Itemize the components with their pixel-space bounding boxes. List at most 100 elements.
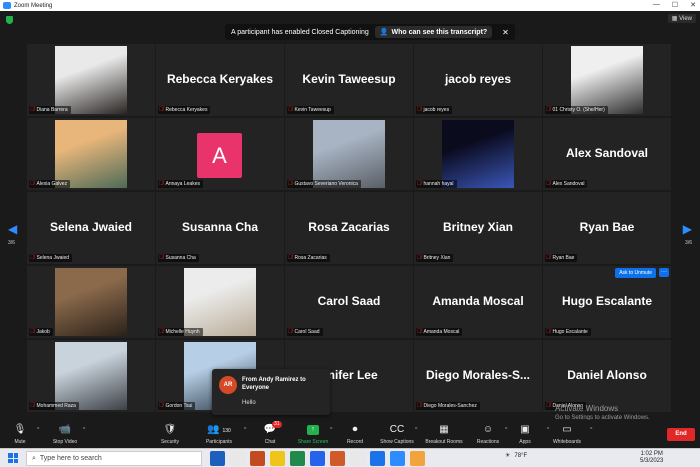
- participant-tile[interactable]: 🎙̸ Mohammed Raza: [27, 340, 155, 412]
- participant-name-tag: 🎙̸ jacob reyes: [416, 106, 453, 114]
- participant-name-tag: 🎙̸ Diana Barrera: [29, 106, 71, 114]
- taskbar-app-icon[interactable]: [210, 451, 225, 466]
- taskbar-clock[interactable]: 1:02 PM 5/3/2023: [640, 451, 663, 465]
- toolbar-security-button[interactable]: 🛡 Security: [150, 423, 190, 445]
- participant-tile[interactable]: Diego Morales-S... 🎙̸ Diego Morales-Sanche…: [414, 340, 542, 412]
- toolbar-mute-button[interactable]: 🎙 Mute: [0, 423, 40, 445]
- participant-video: [313, 120, 385, 188]
- muted-mic-icon: 🎙̸: [288, 181, 293, 187]
- participant-tile[interactable]: 🎙̸ Gustavo Severiano Veronica: [285, 118, 413, 190]
- chevron-up-icon[interactable]: ^: [330, 427, 332, 433]
- taskbar-app-icon[interactable]: [370, 451, 385, 466]
- captioning-banner-text: A participant has enabled Closed Caption…: [231, 28, 369, 36]
- windows-start-icon[interactable]: [8, 453, 18, 463]
- taskbar-search[interactable]: ⌕ Type here to search: [26, 451, 202, 466]
- chevron-up-icon[interactable]: ^: [83, 427, 85, 433]
- participant-tile[interactable]: 🎙̸ Diana Barrera: [27, 44, 155, 116]
- meeting-toolbar: 🎙 Mute 📹 Stop Video 🛡 Security 👥 130 Participan…: [0, 420, 700, 448]
- participant-video: [55, 46, 127, 114]
- toolbar-whiteboards-button[interactable]: ▭ Whiteboards: [547, 423, 587, 445]
- maximize-button[interactable]: ☐: [672, 1, 678, 9]
- more-options-button[interactable]: ···: [659, 268, 669, 277]
- weather-temp[interactable]: 78°F: [514, 453, 527, 459]
- participant-tile[interactable]: A 🎙̸ Annaya Leakes: [156, 118, 284, 190]
- encryption-shield-icon[interactable]: [6, 16, 13, 24]
- taskbar-app-icon[interactable]: [310, 451, 325, 466]
- taskbar-app-icon[interactable]: [330, 451, 345, 466]
- taskbar-app-icon[interactable]: [290, 451, 305, 466]
- muted-mic-icon: 🎙̸: [30, 107, 35, 113]
- chevron-up-icon[interactable]: ^: [37, 427, 39, 433]
- banner-close-icon[interactable]: ✕: [502, 28, 509, 37]
- chevron-up-icon[interactable]: ^: [590, 427, 592, 433]
- toolbar-breakout-rooms-button[interactable]: ▦ Breakout Rooms: [424, 423, 464, 445]
- participant-name: Annaya Leakes: [165, 180, 200, 187]
- window-title: Zoom Meeting: [14, 2, 53, 9]
- participant-name: Ryan Bae: [552, 254, 575, 261]
- taskbar-app-icon[interactable]: [410, 451, 425, 466]
- participant-tile[interactable]: Susanna Cha 🎙̸ Susanna Cha: [156, 192, 284, 264]
- chevron-up-icon[interactable]: ^: [547, 427, 549, 433]
- end-meeting-button[interactable]: End: [667, 428, 695, 441]
- taskbar-app-icon[interactable]: [230, 451, 245, 466]
- toolbar-chat-button[interactable]: 💬 Chat: [250, 423, 290, 445]
- participant-tile[interactable]: Alex Sandoval 🎙̸ Alex Sandoval: [543, 118, 671, 190]
- participant-tile[interactable]: 🎙̸ hannah hayal: [414, 118, 542, 190]
- chat-notification[interactable]: AR From Andy Ramirez to Everyone Hello: [212, 369, 330, 415]
- mute-icon: 🎙: [13, 424, 27, 435]
- participant-tile[interactable]: Rebecca Keryakes 🎙̸ Rebecca Keryakes: [156, 44, 284, 116]
- participant-tile[interactable]: 🎙̸ Alexia Galvez: [27, 118, 155, 190]
- chevron-up-icon[interactable]: ^: [415, 427, 417, 433]
- security-icon: 🛡: [163, 424, 177, 435]
- toolbar-record-button[interactable]: ⏺ Record: [335, 423, 375, 445]
- weather-icon[interactable]: ☀: [505, 452, 510, 459]
- close-window-button[interactable]: ✕: [690, 1, 696, 9]
- participant-tile[interactable]: 🎙̸ Michelle Huynh: [156, 266, 284, 338]
- participant-tile[interactable]: Rosa Zacarias 🎙̸ Rosa Zacarias: [285, 192, 413, 264]
- toolbar-share-screen-button[interactable]: ↑ Share Screen: [293, 423, 333, 445]
- taskbar-app-icon[interactable]: [350, 451, 365, 466]
- participant-tile[interactable]: Kevin Taweesup 🎙̸ Kevin Taweesup: [285, 44, 413, 116]
- system-tray: ☀ 78°F: [505, 452, 527, 460]
- previous-page-arrow-icon[interactable]: ◀: [8, 222, 17, 236]
- muted-mic-icon: 🎙̸: [546, 107, 551, 113]
- activate-windows-watermark: Activate Windows Go to Settings to activ…: [555, 404, 650, 421]
- toolbar-label: Breakout Rooms: [425, 439, 463, 445]
- muted-mic-icon: 🎙̸: [546, 255, 551, 261]
- taskbar-app-icon[interactable]: [250, 451, 265, 466]
- muted-mic-icon: 🎙̸: [159, 181, 164, 187]
- next-page-arrow-icon[interactable]: ▶: [683, 222, 692, 236]
- participant-tile[interactable]: Daniel Alonso 🎙̸ Daniel Alonso: [543, 340, 671, 412]
- who-can-see-transcript-button[interactable]: 👤 Who can see this transcript?: [374, 26, 493, 38]
- participant-tile[interactable]: jacob reyes 🎙̸ jacob reyes: [414, 44, 542, 116]
- participant-display-name: Hugo Escalante: [561, 294, 653, 308]
- participant-display-name: Rebecca Keryakes: [166, 72, 274, 86]
- participant-tile[interactable]: 🎙̸ Jakob: [27, 266, 155, 338]
- participant-tile[interactable]: Britney Xian 🎙̸ Britney Xian: [414, 192, 542, 264]
- toolbar-label: Share Screen: [297, 439, 329, 445]
- participant-tile[interactable]: Carol Saad 🎙̸ Carol Saad: [285, 266, 413, 338]
- taskbar-app-icon[interactable]: [270, 451, 285, 466]
- participant-tile[interactable]: 🎙̸ 01 Christy O. (She/Her): [543, 44, 671, 116]
- muted-mic-icon: 🎙̸: [417, 329, 422, 335]
- participant-display-name: Selena Jwaied: [49, 220, 133, 234]
- chevron-up-icon[interactable]: ^: [505, 427, 507, 433]
- ask-to-unmute-button[interactable]: Ask to Unmute: [615, 268, 656, 278]
- minimize-button[interactable]: —: [653, 1, 660, 9]
- toolbar-stop-video-button[interactable]: 📹 Stop Video: [45, 423, 85, 445]
- participant-tile[interactable]: Hugo Escalante Ask to Unmute ··· 🎙̸ Hugo Esc…: [543, 266, 671, 338]
- participant-tile[interactable]: Amanda Moscal 🎙̸ Amanda Moscal: [414, 266, 542, 338]
- toolbar-label: Security: [160, 439, 180, 445]
- toolbar-participants-button[interactable]: 👥 130 Participants: [199, 423, 239, 445]
- chevron-up-icon[interactable]: ^: [244, 427, 246, 433]
- toolbar-reactions-button[interactable]: ☺ Reactions: [468, 423, 508, 445]
- toolbar-show-captions-button[interactable]: CC Show Captions: [377, 423, 417, 445]
- page-indicator-left: 3/6: [8, 240, 15, 246]
- view-button[interactable]: ▦ View: [667, 14, 696, 23]
- participant-name: Rebecca Keryakes: [165, 106, 208, 113]
- taskbar-app-icon[interactable]: [390, 451, 405, 466]
- participant-tile[interactable]: Selena Jwaied 🎙̸ Selena Jwaied: [27, 192, 155, 264]
- toolbar-label: Record: [346, 439, 364, 445]
- participant-tile[interactable]: Ryan Bae 🎙̸ Ryan Bae: [543, 192, 671, 264]
- toolbar-apps-button[interactable]: ▣ Apps: [505, 423, 545, 445]
